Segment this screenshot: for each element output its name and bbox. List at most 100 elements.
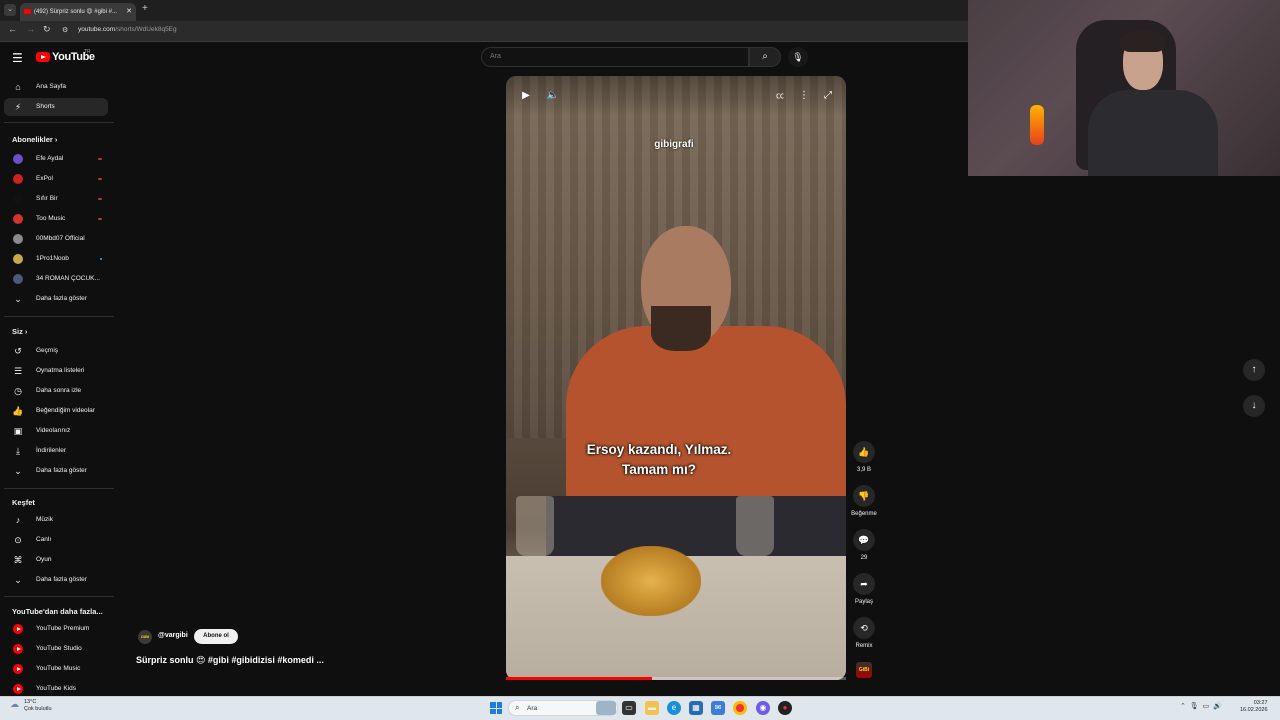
webcam-microphone: [1030, 105, 1044, 145]
voice-search-button[interactable]: 🎙: [788, 47, 808, 67]
sidebar-item-subscription[interactable]: Efe Aydal: [4, 150, 108, 168]
playlists-icon: ☰: [13, 366, 23, 376]
sidebar-item-live[interactable]: ⊙ Canlı: [4, 531, 108, 549]
fullscreen-icon[interactable]: ⤢: [819, 87, 837, 105]
like-button[interactable]: 👍: [853, 441, 875, 463]
search-button[interactable]: ⌕: [749, 47, 781, 67]
sidebar-item-subscription[interactable]: Too Music: [4, 210, 108, 228]
hamburger-menu-icon[interactable]: ☰: [12, 51, 23, 65]
subscribe-button[interactable]: Abone ol: [194, 629, 238, 644]
play-icon[interactable]: ▶: [517, 87, 535, 105]
start-button[interactable]: [490, 702, 502, 714]
sidebar-divider: [4, 122, 114, 123]
shorts-video-player[interactable]: [506, 76, 846, 680]
sidebar-item-gaming[interactable]: ⌘ Oyun: [4, 551, 108, 569]
back-icon[interactable]: ←: [8, 24, 17, 34]
arrow-up-icon: ↑: [1251, 364, 1257, 375]
video-caption: Ersoy kazandı, Yılmaz. Tamam mı?: [506, 440, 812, 480]
caption-line: Ersoy kazandı, Yılmaz.: [586, 442, 732, 457]
sidebar-item-subscription[interactable]: Sıfır Bir: [4, 190, 108, 208]
url-field[interactable]: youtube.com/shorts/WdUek8q5Eg: [78, 26, 177, 33]
sidebar-item-playlists[interactable]: ☰ Oynatma listeleri: [4, 362, 108, 380]
youtube-app-icon: [13, 624, 23, 634]
clock-time: 03:27: [1253, 700, 1268, 706]
sidebar-item-label: YouTube Premium: [36, 625, 90, 632]
share-button[interactable]: ➦: [853, 573, 875, 595]
video-scene-glass: [516, 496, 554, 556]
reload-icon[interactable]: ↻: [43, 24, 51, 35]
live-indicator: [98, 218, 102, 220]
sidebar-item-label: Daha fazla göster: [36, 467, 87, 474]
windows-taskbar: [0, 696, 1280, 720]
browser-tab-title: (492) Sürpriz sonlu 😍 #gibi #...: [34, 9, 117, 15]
sidebar-item-your-videos[interactable]: ▣ Videolarınız: [4, 422, 108, 440]
sidebar-item-liked-videos[interactable]: 👍 Beğendiğim videolar: [4, 402, 108, 420]
sidebar-item-youtube-music[interactable]: YouTube Music: [4, 660, 108, 678]
sidebar-item-label: Beğendiğim videolar: [36, 407, 95, 414]
short-title[interactable]: Sürpriz sonlu 😍 #gibi #gibidizisi #komed…: [136, 655, 324, 666]
sidebar-item-shorts[interactable]: ⚡ Shorts: [4, 98, 108, 116]
discord-icon[interactable]: ◉: [756, 701, 770, 715]
sidebar-item-label: Sıfır Bir: [36, 195, 58, 202]
new-tab-button[interactable]: +: [142, 3, 148, 14]
sidebar-item-label: Müzik: [36, 516, 53, 523]
chevron-down-icon: ⌄: [14, 466, 22, 476]
comments-button[interactable]: 💬: [853, 529, 875, 551]
sidebar-item-downloads[interactable]: ⤓ İndirilenler: [4, 442, 108, 460]
channel-avatar: [13, 234, 23, 244]
live-indicator: [98, 158, 102, 160]
channel-handle[interactable]: @vargibi: [158, 632, 188, 639]
channel-avatar[interactable]: GiBi: [138, 630, 152, 644]
site-info-icon[interactable]: ⚙: [62, 26, 68, 34]
downloads-icon: ⤓: [16, 446, 20, 456]
tab-close-icon[interactable]: ✕: [126, 3, 132, 21]
subscriptions-heading[interactable]: Abonelikler ›: [12, 135, 57, 144]
mail-icon[interactable]: ✉: [711, 701, 725, 715]
sidebar-item-subscription[interactable]: ExPol: [4, 170, 108, 188]
store-icon[interactable]: ▦: [689, 701, 703, 715]
system-tray[interactable]: ⌃ 🎙 ▭ 🔊: [1180, 702, 1222, 710]
taskbar-widget-icon[interactable]: [596, 701, 616, 715]
task-view-icon[interactable]: ▭: [622, 701, 636, 715]
video-scene-bowl: [601, 546, 701, 616]
file-explorer-icon[interactable]: ▬: [645, 701, 659, 715]
sidebar-item-youtube-studio[interactable]: YouTube Studio: [4, 640, 108, 658]
sidebar-item-label: YouTube Studio: [36, 645, 82, 652]
you-show-more[interactable]: ⌄ Daha fazla göster: [4, 462, 108, 480]
tab-search-button[interactable]: ⌄: [4, 4, 16, 16]
sidebar-item-youtube-premium[interactable]: YouTube Premium: [4, 620, 108, 638]
sound-thumbnail[interactable]: GiBi: [856, 662, 872, 678]
browser-tab[interactable]: (492) Sürpriz sonlu 😍 #gibi #... ✕: [20, 3, 136, 21]
sidebar-item-history[interactable]: ↺ Geçmiş: [4, 342, 108, 360]
sidebar-divider: [4, 488, 114, 489]
dislike-button[interactable]: 👎: [853, 485, 875, 507]
share-label: Paylaş: [854, 599, 873, 605]
caption-line: Tamam mı?: [621, 462, 697, 477]
edge-browser-icon[interactable]: e: [667, 701, 681, 715]
sidebar-item-home[interactable]: ⌂ Ana Sayfa: [4, 78, 108, 96]
sidebar-item-music[interactable]: ♪ Müzik: [4, 511, 108, 529]
search-input[interactable]: Ara: [481, 47, 749, 67]
video-scene-person-beard: [651, 306, 711, 351]
recording-app-icon[interactable]: ●: [778, 701, 792, 715]
sidebar-item-subscription[interactable]: 00Mbd07 Official: [4, 230, 108, 248]
sidebar-item-subscription[interactable]: 1Pro1Noob: [4, 250, 108, 268]
you-heading[interactable]: Siz ›: [12, 327, 27, 336]
shorts-icon: ⚡: [14, 102, 22, 112]
weather-widget[interactable]: ☁ 13°C Çok bulutlu: [10, 699, 52, 713]
explore-show-more[interactable]: ⌄ Daha fazla göster: [4, 571, 108, 589]
next-short-button[interactable]: ↓: [1243, 395, 1265, 417]
forward-icon[interactable]: →: [26, 24, 35, 34]
captions-icon[interactable]: ㏄: [771, 87, 789, 105]
chrome-browser-icon[interactable]: [733, 701, 747, 715]
subscriptions-show-more[interactable]: ⌄ Daha fazla göster: [4, 290, 108, 308]
sidebar-item-watch-later[interactable]: ◷ Daha sonra izle: [4, 382, 108, 400]
volume-icon[interactable]: 🔈: [544, 87, 562, 105]
sidebar-item-subscription[interactable]: 34 ROMAN ÇOCUK...: [4, 270, 108, 288]
youtube-logo-icon[interactable]: [36, 52, 50, 62]
more-options-icon[interactable]: ⋮: [795, 87, 813, 105]
remix-button[interactable]: ⟲: [853, 617, 875, 639]
previous-short-button[interactable]: ↑: [1243, 359, 1265, 381]
music-icon: ♪: [15, 515, 21, 525]
taskbar-clock[interactable]: 03:27 16.02.2026: [1240, 700, 1268, 714]
